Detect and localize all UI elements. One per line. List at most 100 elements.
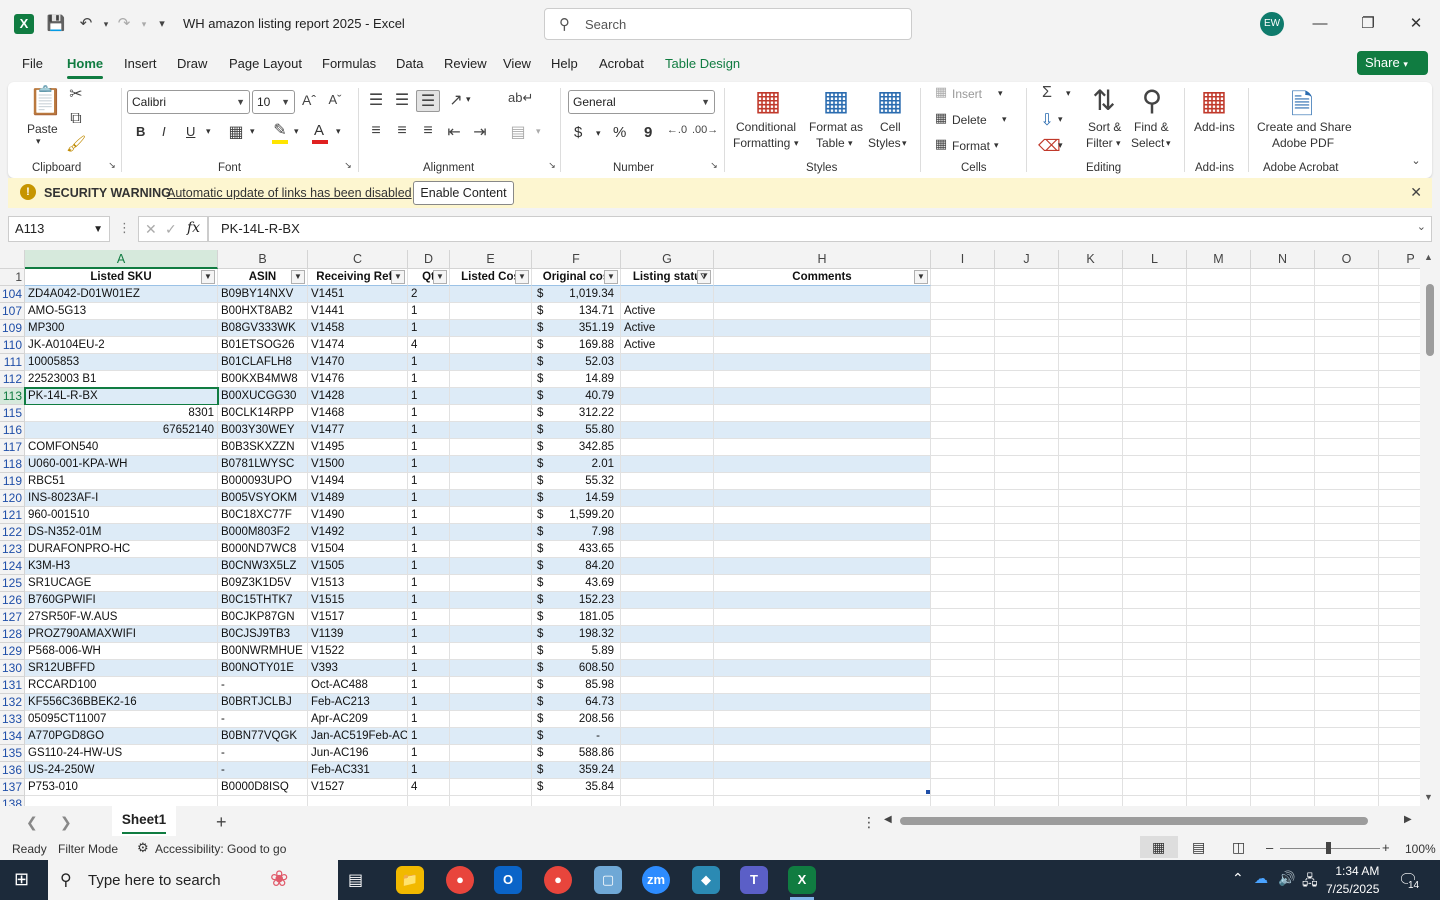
asin-cell[interactable]: B0C15THTK7 <box>218 592 308 609</box>
vertical-scrollbar[interactable]: ▲ ▼ <box>1420 250 1440 806</box>
row-header[interactable]: 128 <box>0 626 25 643</box>
empty-cell[interactable] <box>1187 745 1251 762</box>
empty-cell[interactable] <box>1379 303 1420 320</box>
format-as-table-label-1[interactable]: Format as <box>809 120 863 134</box>
comments-cell[interactable] <box>714 286 931 303</box>
row-header[interactable]: 107 <box>0 303 25 320</box>
asin-cell[interactable]: B00XUCGG30 <box>218 388 308 405</box>
empty-cell[interactable] <box>1187 405 1251 422</box>
empty-cell[interactable] <box>995 558 1059 575</box>
normal-view-icon[interactable]: ▦ <box>1152 839 1165 856</box>
comments-cell[interactable] <box>714 320 931 337</box>
comments-cell[interactable] <box>714 677 931 694</box>
empty-cell[interactable] <box>1187 779 1251 796</box>
comments-cell[interactable] <box>714 490 931 507</box>
qty-cell[interactable]: 1 <box>408 490 450 507</box>
menu-formulas[interactable]: Formulas <box>322 56 376 71</box>
menu-page-layout[interactable]: Page Layout <box>229 56 302 71</box>
comments-cell[interactable] <box>714 303 931 320</box>
empty-cell[interactable] <box>714 796 931 806</box>
empty-cell[interactable] <box>995 745 1059 762</box>
empty-cell[interactable] <box>1379 745 1420 762</box>
borders-dropdown-icon[interactable]: ▾ <box>250 126 255 137</box>
original-cost-cell[interactable]: $152.23 <box>532 592 621 609</box>
listed-cost-cell[interactable] <box>450 303 532 320</box>
empty-cell[interactable] <box>1059 728 1123 745</box>
add-ins-label[interactable]: Add-ins <box>1194 120 1235 134</box>
empty-cell[interactable] <box>995 354 1059 371</box>
restore-icon[interactable]: ❐ <box>1356 12 1380 36</box>
qty-cell[interactable]: 1 <box>408 609 450 626</box>
empty-cell[interactable] <box>1315 337 1379 354</box>
font-name-combo[interactable]: Calibri ▼ <box>127 90 250 114</box>
save-icon[interactable]: 💾 <box>46 14 66 34</box>
empty-cell[interactable] <box>1187 269 1251 286</box>
row-header[interactable]: 117 <box>0 439 25 456</box>
filter-dropdown-icon[interactable]: ▼ <box>433 270 447 284</box>
comments-cell[interactable] <box>714 575 931 592</box>
empty-cell[interactable] <box>1059 473 1123 490</box>
original-cost-cell[interactable]: $43.69 <box>532 575 621 592</box>
original-cost-cell[interactable]: $181.05 <box>532 609 621 626</box>
empty-cell[interactable] <box>1315 269 1379 286</box>
empty-cell[interactable] <box>931 728 995 745</box>
empty-cell[interactable] <box>1379 473 1420 490</box>
listing-status-cell[interactable]: Active <box>621 303 714 320</box>
filter-dropdown-icon[interactable]: ▼ <box>515 270 529 284</box>
empty-cell[interactable] <box>1315 422 1379 439</box>
merge-center-icon[interactable]: ▤ <box>508 122 528 142</box>
minimize-icon[interactable]: — <box>1308 12 1332 36</box>
wrap-text-icon[interactable]: ab↵ <box>508 90 533 106</box>
increase-decimal-icon[interactable]: ←.0 <box>666 124 688 136</box>
empty-cell[interactable] <box>1123 779 1187 796</box>
format-dropdown-icon[interactable]: ▾ <box>994 140 999 151</box>
comments-cell[interactable] <box>714 728 931 745</box>
empty-cell[interactable] <box>1315 303 1379 320</box>
empty-cell[interactable] <box>408 796 450 806</box>
filter-dropdown-icon[interactable]: ▼ <box>291 270 305 284</box>
original-cost-cell[interactable]: $7.98 <box>532 524 621 541</box>
listed-cost-cell[interactable] <box>450 762 532 779</box>
empty-cell[interactable] <box>1251 303 1315 320</box>
listed-cost-cell[interactable] <box>450 422 532 439</box>
comments-cell[interactable] <box>714 524 931 541</box>
empty-cell[interactable] <box>931 354 995 371</box>
listed-cost-cell[interactable] <box>450 745 532 762</box>
empty-cell[interactable] <box>1315 320 1379 337</box>
align-right-icon[interactable]: ≡ <box>418 122 438 140</box>
original-cost-cell[interactable]: $342.85 <box>532 439 621 456</box>
align-center-icon[interactable]: ≡ <box>392 122 412 140</box>
table-header-cell[interactable]: Listed Cos ▼ <box>450 269 532 286</box>
sku-cell[interactable]: AMO-5G13 <box>25 303 218 320</box>
empty-cell[interactable] <box>1187 609 1251 626</box>
scroll-right-icon[interactable]: ▶ <box>1404 814 1412 825</box>
sku-cell[interactable]: RBC51 <box>25 473 218 490</box>
column-header-n[interactable]: N <box>1251 250 1315 269</box>
empty-cell[interactable] <box>1059 405 1123 422</box>
outlook-icon[interactable]: O <box>494 866 522 894</box>
comments-cell[interactable] <box>714 354 931 371</box>
column-header-c[interactable]: C <box>308 250 408 269</box>
page-break-view-icon[interactable]: ◫ <box>1232 839 1245 856</box>
empty-cell[interactable] <box>1315 524 1379 541</box>
receiving-ref-cell[interactable]: V1139 <box>308 626 408 643</box>
empty-cell[interactable] <box>1251 405 1315 422</box>
original-cost-cell[interactable]: $52.03 <box>532 354 621 371</box>
create-pdf-label-2[interactable]: Adobe PDF <box>1272 136 1334 150</box>
clear-dropdown-icon[interactable]: ▾ <box>1058 140 1063 151</box>
insert-cells-label[interactable]: Insert <box>952 87 982 101</box>
fill-color-icon[interactable]: ✎ <box>270 120 290 140</box>
empty-cell[interactable] <box>995 660 1059 677</box>
task-view-icon[interactable]: ▤ <box>348 870 363 890</box>
empty-cell[interactable] <box>1123 303 1187 320</box>
table-resize-handle[interactable] <box>926 790 930 794</box>
empty-cell[interactable] <box>995 439 1059 456</box>
excel-taskbar-icon[interactable]: X <box>788 866 816 900</box>
empty-cell[interactable] <box>1315 439 1379 456</box>
original-cost-cell[interactable]: $608.50 <box>532 660 621 677</box>
sku-cell[interactable]: DS-N352-01M <box>25 524 218 541</box>
empty-cell[interactable] <box>1251 371 1315 388</box>
empty-cell[interactable] <box>1059 320 1123 337</box>
empty-cell[interactable] <box>1251 609 1315 626</box>
empty-cell[interactable] <box>1123 490 1187 507</box>
